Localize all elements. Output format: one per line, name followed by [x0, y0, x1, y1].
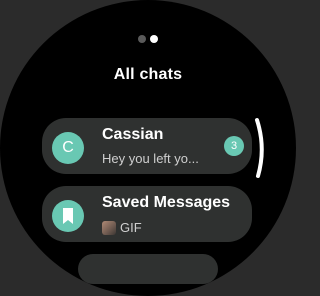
bookmark-icon: [63, 208, 73, 224]
chat-name: Saved Messages: [102, 194, 231, 211]
page-dot-2-active[interactable]: [150, 35, 158, 43]
chat-name: Cassian: [102, 126, 164, 143]
watch-face: All chats C Cassian Hey you left yo... 3…: [0, 0, 296, 296]
page-dot-1[interactable]: [138, 35, 146, 43]
screen: All chats C Cassian Hey you left yo... 3…: [0, 0, 296, 296]
page-title: All chats: [113, 66, 183, 83]
chat-preview: GIF: [102, 220, 142, 235]
chat-item-saved-messages[interactable]: Saved Messages GIF: [42, 186, 252, 242]
chat-item-cassian[interactable]: C Cassian Hey you left yo... 3: [42, 118, 252, 174]
unread-badge: 3: [224, 136, 244, 156]
unread-count: 3: [230, 140, 238, 152]
scrollbar-thumb[interactable]: [255, 118, 264, 178]
avatar-letter: C: [62, 139, 74, 156]
page-indicator: [0, 35, 296, 43]
gif-thumbnail: [102, 220, 116, 235]
chat-preview: Hey you left yo...: [102, 151, 199, 166]
avatar: [52, 200, 84, 232]
avatar: C: [52, 132, 84, 164]
chat-item-partial[interactable]: [78, 254, 218, 284]
chat-preview-text: GIF: [120, 220, 142, 235]
